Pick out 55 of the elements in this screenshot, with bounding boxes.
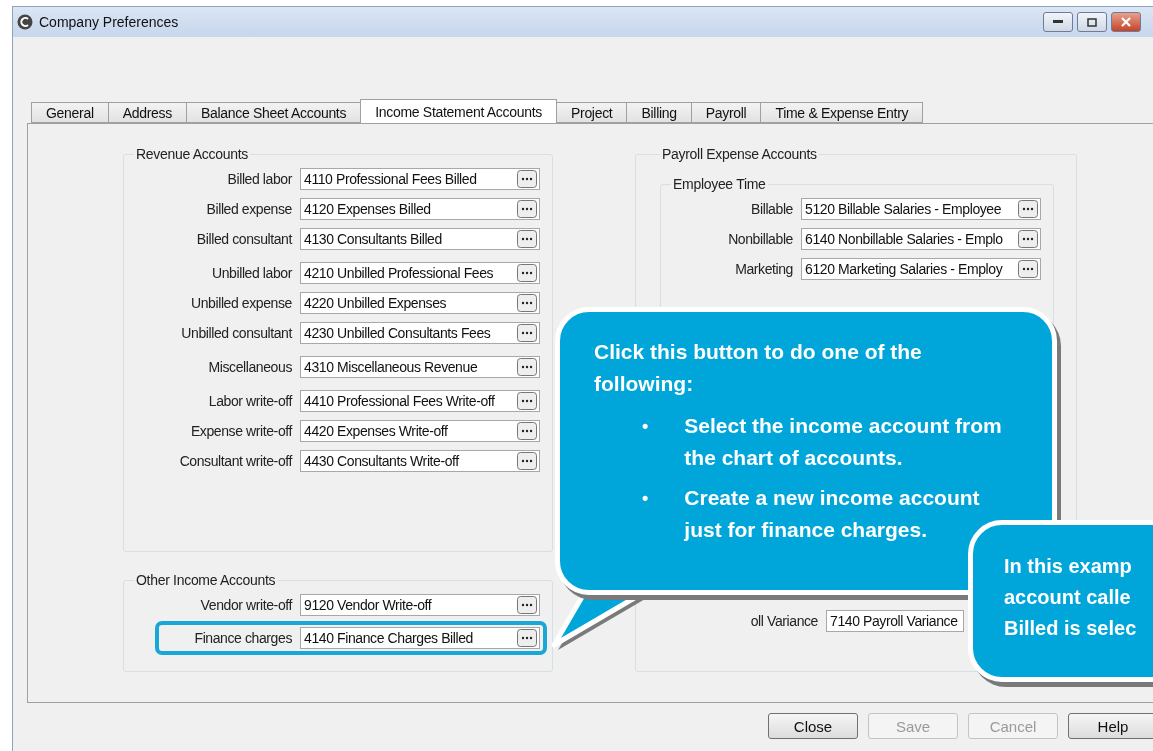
account-field[interactable]: 4130 Consultants Billed xyxy=(300,228,540,250)
account-field[interactable]: 4210 Unbilled Professional Fees xyxy=(300,262,540,284)
tab[interactable]: Billing xyxy=(626,102,692,123)
account-field[interactable]: 4120 Expenses Billed xyxy=(300,198,540,220)
tab[interactable]: Project xyxy=(556,102,628,123)
callout-text: Billed is selec xyxy=(1004,616,1138,641)
field-label: Miscellaneous xyxy=(208,359,292,375)
bullet-icon: • xyxy=(642,482,649,546)
tab[interactable]: General xyxy=(31,102,109,123)
field-label: Billed consultant xyxy=(196,231,292,247)
field-label: Nonbillable xyxy=(728,231,793,247)
account-field[interactable]: 4110 Professional Fees Billed xyxy=(300,168,540,190)
field-label: Consultant write-off xyxy=(179,453,292,469)
callout-text: Click this button to do one of the following: xyxy=(594,339,923,397)
field-label: Billable xyxy=(751,201,793,217)
bullet-icon: • xyxy=(642,410,649,474)
account-field[interactable]: 4410 Professional Fees Write-off xyxy=(300,390,540,412)
account-field[interactable]: 7140 Payroll Variance xyxy=(826,610,964,632)
field-label: oll Variance xyxy=(750,613,818,629)
tab[interactable]: Time & Expense Entry xyxy=(760,102,924,123)
callout-text: Create a new income account just for finance charges. xyxy=(684,485,981,543)
field-label: Billed labor xyxy=(227,171,292,187)
group-title: Employee Time xyxy=(672,176,767,192)
account-field[interactable]: 4430 Consultants Write-off xyxy=(300,450,540,472)
dialog-button[interactable]: Help xyxy=(1068,713,1153,739)
field-label: Unbilled consultant xyxy=(181,325,292,341)
field-label: Vendor write-off xyxy=(200,597,292,613)
tab[interactable]: Income Statement Accounts xyxy=(360,99,557,123)
account-field[interactable]: 5120 Billable Salaries - Employee xyxy=(801,198,1041,220)
account-field[interactable]: 9120 Vendor Write-off xyxy=(300,594,540,616)
field-label: Marketing xyxy=(735,261,793,277)
dialog-button[interactable]: Close xyxy=(768,713,858,739)
window-title: Company Preferences xyxy=(39,14,179,30)
field-label: Expense write-off xyxy=(190,423,292,439)
account-field[interactable]: 4140 Finance Charges Billed xyxy=(300,627,540,649)
tab[interactable]: Balance Sheet Accounts xyxy=(186,102,362,123)
tab[interactable]: Payroll xyxy=(690,102,762,123)
account-field[interactable]: 6120 Marketing Salaries - Employ xyxy=(801,258,1041,280)
callout-text: Select the income account from the chart of accounts. xyxy=(684,413,1003,471)
group-title: Revenue Accounts xyxy=(135,146,249,162)
callout-text: account calle xyxy=(1004,585,1132,610)
field-label: Labor write-off xyxy=(208,393,292,409)
account-field[interactable]: 4230 Unbilled Consultants Fees xyxy=(300,322,540,344)
account-field[interactable]: 4420 Expenses Write-off xyxy=(300,420,540,442)
field-label: Finance charges xyxy=(194,630,292,646)
account-field[interactable]: 4220 Unbilled Expenses xyxy=(300,292,540,314)
group-title: Payroll Expense Accounts xyxy=(661,146,818,162)
tab[interactable]: Address xyxy=(107,102,187,123)
field-label: Billed expense xyxy=(206,201,292,217)
account-field[interactable]: 6140 Nonbillable Salaries - Emplo xyxy=(801,228,1041,250)
callout-text: In this examp xyxy=(1004,554,1133,579)
field-label: Unbilled expense xyxy=(191,295,292,311)
account-field[interactable]: 4310 Miscellaneous Revenue xyxy=(300,356,540,378)
group-title: Other Income Accounts xyxy=(135,572,277,588)
field-label: Unbilled labor xyxy=(212,265,292,281)
